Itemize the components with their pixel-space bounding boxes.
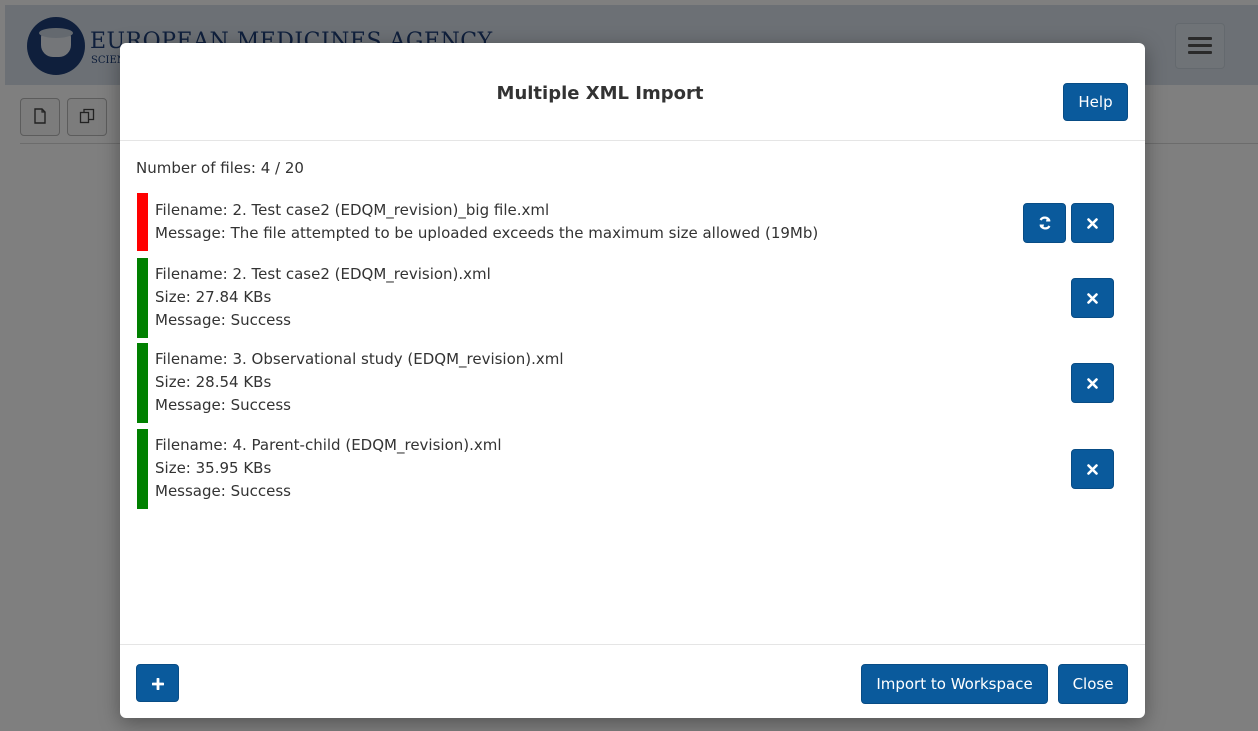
message: Message: Success [155, 482, 291, 500]
filename: Filename: 3. Observational study (EDQM_r… [155, 350, 564, 368]
remove-icon [1087, 464, 1098, 475]
file-size: Size: 27.84 KBs [155, 288, 272, 306]
success-status-bar [137, 343, 148, 423]
remove-icon [1087, 378, 1098, 389]
plus-icon [151, 677, 164, 690]
filename: Filename: 4. Parent-child (EDQM_revision… [155, 436, 502, 454]
modal-title: Multiple XML Import [496, 83, 704, 104]
remove-file-button[interactable] [1071, 203, 1114, 243]
file-size: Size: 28.54 KBs [155, 373, 272, 391]
message: Message: The file attempted to be upload… [155, 224, 819, 242]
file-size: Size: 35.95 KBs [155, 459, 272, 477]
remove-icon [1087, 293, 1098, 304]
modal-body: Number of files: 4 / 20 Filename: 2. Tes… [120, 141, 1145, 644]
import-to-workspace-button[interactable]: Import to Workspace [861, 664, 1048, 704]
file-item-error: Filename: 2. Test case2 (EDQM_revision)_… [137, 193, 1127, 251]
remove-file-button[interactable] [1071, 449, 1114, 489]
close-button[interactable]: Close [1058, 664, 1128, 704]
message: Message: Success [155, 396, 291, 414]
multiple-xml-import-dialog: Multiple XML Import Help Number of files… [120, 43, 1145, 718]
success-status-bar [137, 429, 148, 509]
remove-file-button[interactable] [1071, 278, 1114, 318]
file-item-success: Filename: 3. Observational study (EDQM_r… [137, 343, 1127, 423]
remove-icon [1087, 218, 1098, 229]
file-item-success: Filename: 4. Parent-child (EDQM_revision… [137, 429, 1127, 509]
refresh-icon [1038, 216, 1051, 230]
modal-header: Multiple XML Import Help [120, 43, 1145, 141]
remove-file-button[interactable] [1071, 363, 1114, 403]
retry-button[interactable] [1023, 203, 1066, 243]
file-count: Number of files: 4 / 20 [136, 159, 304, 177]
filename: Filename: 2. Test case2 (EDQM_revision)_… [155, 201, 550, 219]
message: Message: Success [155, 311, 291, 329]
error-status-bar [137, 193, 148, 251]
file-item-success: Filename: 2. Test case2 (EDQM_revision).… [137, 258, 1127, 338]
add-file-button[interactable] [136, 664, 179, 702]
filename: Filename: 2. Test case2 (EDQM_revision).… [155, 265, 491, 283]
help-button[interactable]: Help [1063, 83, 1128, 121]
success-status-bar [137, 258, 148, 338]
modal-footer: Import to Workspace Close [120, 644, 1145, 719]
